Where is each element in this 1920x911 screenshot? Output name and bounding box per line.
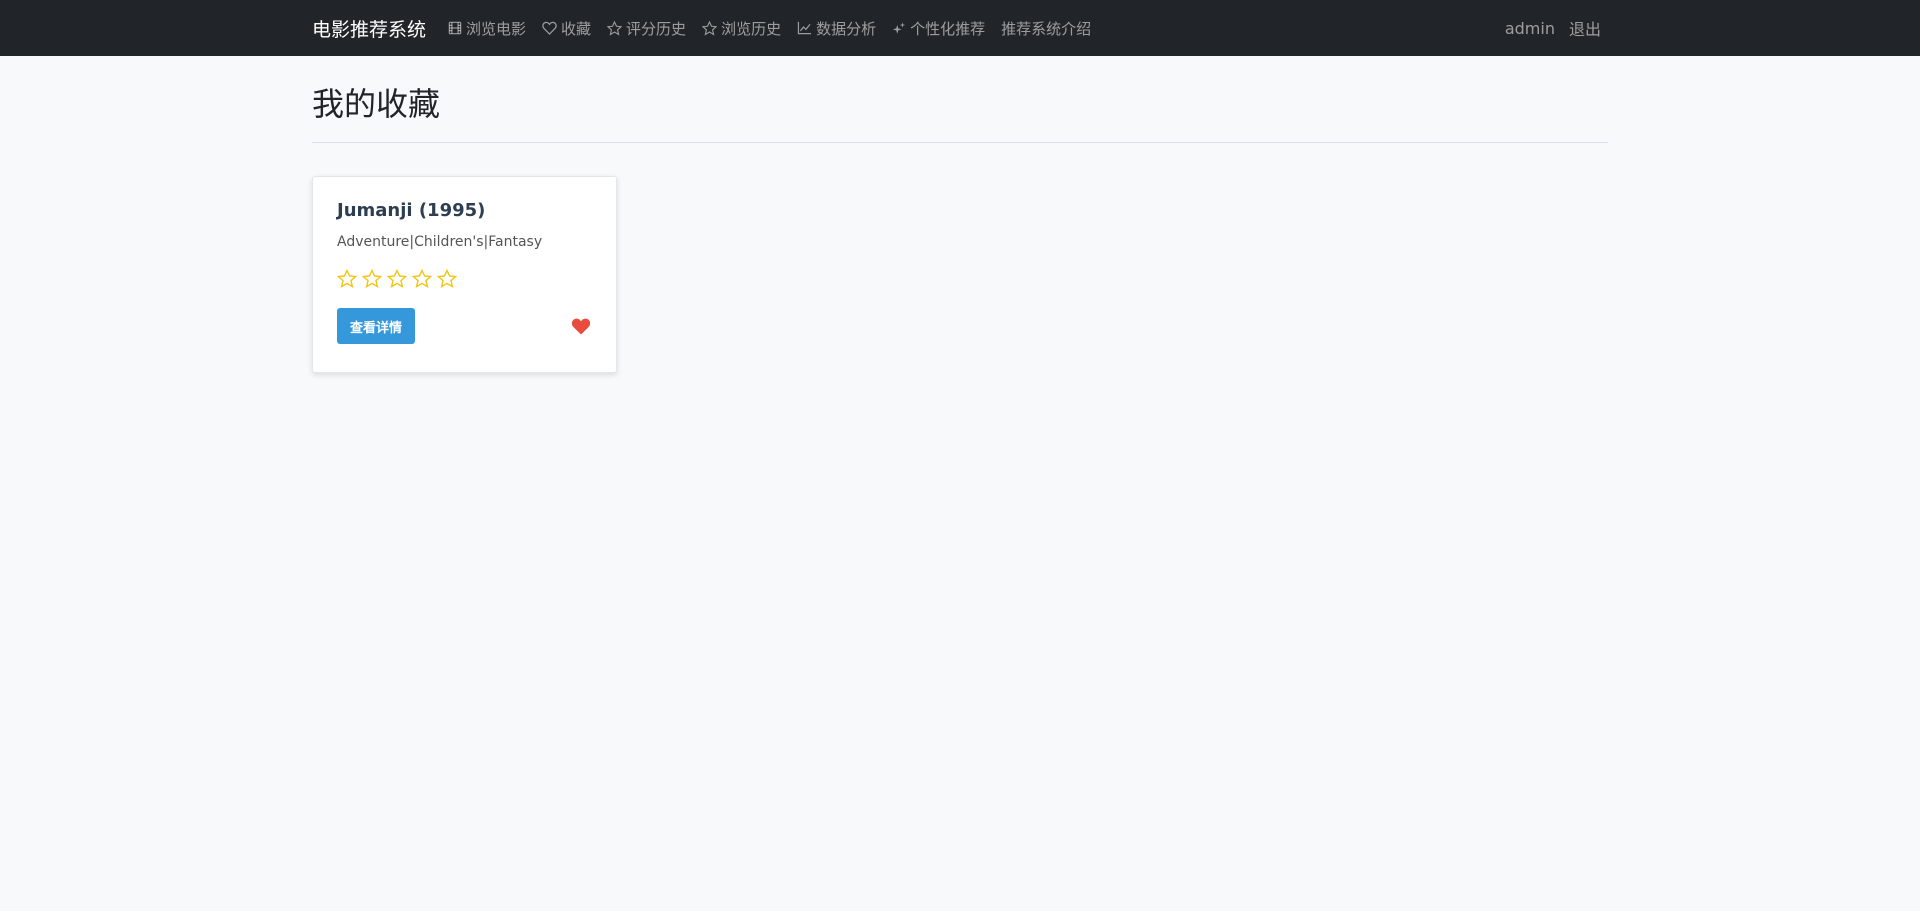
nav-rating-history-label: 评分历史: [626, 19, 687, 38]
navbar-right: admin 退出: [1498, 0, 1608, 56]
rating-stars: [337, 268, 592, 290]
nav-personalized-recommendations-label: 个性化推荐: [910, 19, 986, 38]
page-title: 我的收藏: [312, 85, 441, 123]
heart-icon[interactable]: [571, 317, 591, 335]
star-icon[interactable]: [437, 269, 457, 289]
nav-system-intro[interactable]: 推荐系统介绍: [993, 18, 1099, 39]
brand-link[interactable]: 电影推荐系统: [312, 15, 426, 42]
nav-personalized-recommendations[interactable]: 个性化推荐: [884, 18, 993, 39]
logout-link[interactable]: 退出: [1562, 16, 1608, 40]
navbar-left: 电影推荐系统 浏览电影 收藏 评分历史 浏览历史 数据分析 个性化推荐 推荐系统…: [312, 0, 1099, 56]
star-icon[interactable]: [362, 269, 382, 289]
nav-browse-movies[interactable]: 浏览电影: [440, 18, 534, 39]
nav-favorites[interactable]: 收藏: [534, 18, 599, 39]
film-icon: [448, 21, 462, 35]
favorite-movie-card: Jumanji (1995) Adventure|Children's|Fant…: [312, 176, 617, 373]
line-chart-icon: [797, 21, 812, 35]
star-icon[interactable]: [412, 269, 432, 289]
nav-data-analysis[interactable]: 数据分析: [789, 18, 884, 39]
nav-system-intro-label: 推荐系统介绍: [1001, 19, 1092, 38]
navbar-container: 电影推荐系统 浏览电影 收藏 评分历史 浏览历史 数据分析 个性化推荐 推荐系统…: [312, 0, 1608, 56]
main-content: 我的收藏 Jumanji (1995) Adventure|Children's…: [312, 56, 1608, 373]
nav-browse-history-label: 浏览历史: [721, 19, 782, 38]
title-divider: [312, 142, 1608, 143]
nav-browse-history[interactable]: 浏览历史: [694, 18, 789, 39]
user-menu-link[interactable]: admin: [1498, 19, 1562, 38]
view-details-button[interactable]: 查看详情: [337, 308, 416, 344]
star-icon[interactable]: [337, 269, 357, 289]
star-outline-icon: [702, 20, 718, 36]
nav-data-analysis-label: 数据分析: [816, 19, 877, 38]
movie-genres: Adventure|Children's|Fantasy: [337, 234, 543, 250]
star-icon[interactable]: [387, 269, 407, 289]
sparkles-icon: [892, 21, 906, 34]
nav-rating-history[interactable]: 评分历史: [599, 18, 694, 39]
heart-outline-icon: [542, 21, 557, 35]
nav-favorites-label: 收藏: [561, 19, 592, 38]
movie-title: Jumanji (1995): [337, 200, 486, 221]
nav-browse-movies-label: 浏览电影: [466, 19, 527, 38]
star-outline-icon: [607, 20, 623, 36]
card-actions: 查看详情: [337, 308, 592, 344]
top-navbar: 电影推荐系统 浏览电影 收藏 评分历史 浏览历史 数据分析 个性化推荐 推荐系统…: [0, 0, 1920, 56]
